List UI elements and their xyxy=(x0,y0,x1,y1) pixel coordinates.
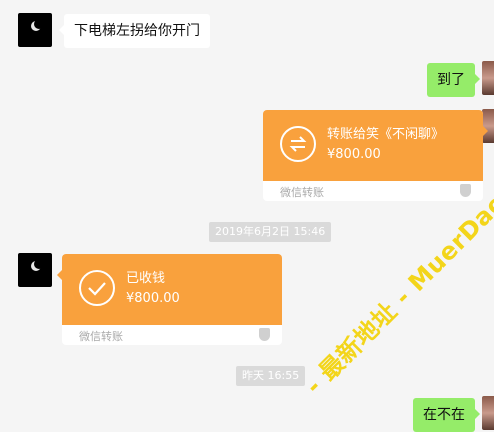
shield-icon xyxy=(259,328,270,341)
transfer-title: 已收钱 xyxy=(126,271,166,286)
timestamp: 昨天 16:55 xyxy=(236,366,306,386)
outgoing-message[interactable]: 在不在 xyxy=(413,398,480,432)
check-circle-icon xyxy=(79,270,115,306)
moon-icon xyxy=(31,19,44,31)
message-text: 下电梯左拐给你开门 xyxy=(74,23,200,39)
transfer-footer-label: 微信转账 xyxy=(280,186,324,199)
timestamp: 2019年6月2日 15:46 xyxy=(209,222,332,242)
incoming-message[interactable]: 下电梯左拐给你开门 xyxy=(59,14,210,48)
contact-avatar[interactable] xyxy=(18,13,52,47)
message-text: 到了 xyxy=(437,72,465,88)
outgoing-message[interactable]: 到了 xyxy=(427,63,480,97)
self-avatar[interactable] xyxy=(482,61,494,95)
transfer-title: 转账给笑《不闲聊》 xyxy=(327,127,445,142)
shield-icon xyxy=(460,184,471,197)
self-avatar[interactable] xyxy=(482,396,494,430)
transfer-arrows-icon xyxy=(280,126,316,162)
message-text: 在不在 xyxy=(423,407,465,423)
transfer-card-outgoing[interactable]: 转账给笑《不闲聊》 ¥800.00 微信转账 xyxy=(263,110,488,201)
transfer-card-incoming[interactable]: 已收钱 ¥800.00 微信转账 xyxy=(57,254,282,345)
transfer-amount: ¥800.00 xyxy=(126,291,180,306)
transfer-footer-label: 微信转账 xyxy=(79,330,123,343)
contact-avatar[interactable] xyxy=(18,253,52,287)
transfer-amount: ¥800.00 xyxy=(327,147,381,162)
moon-icon xyxy=(31,259,44,271)
